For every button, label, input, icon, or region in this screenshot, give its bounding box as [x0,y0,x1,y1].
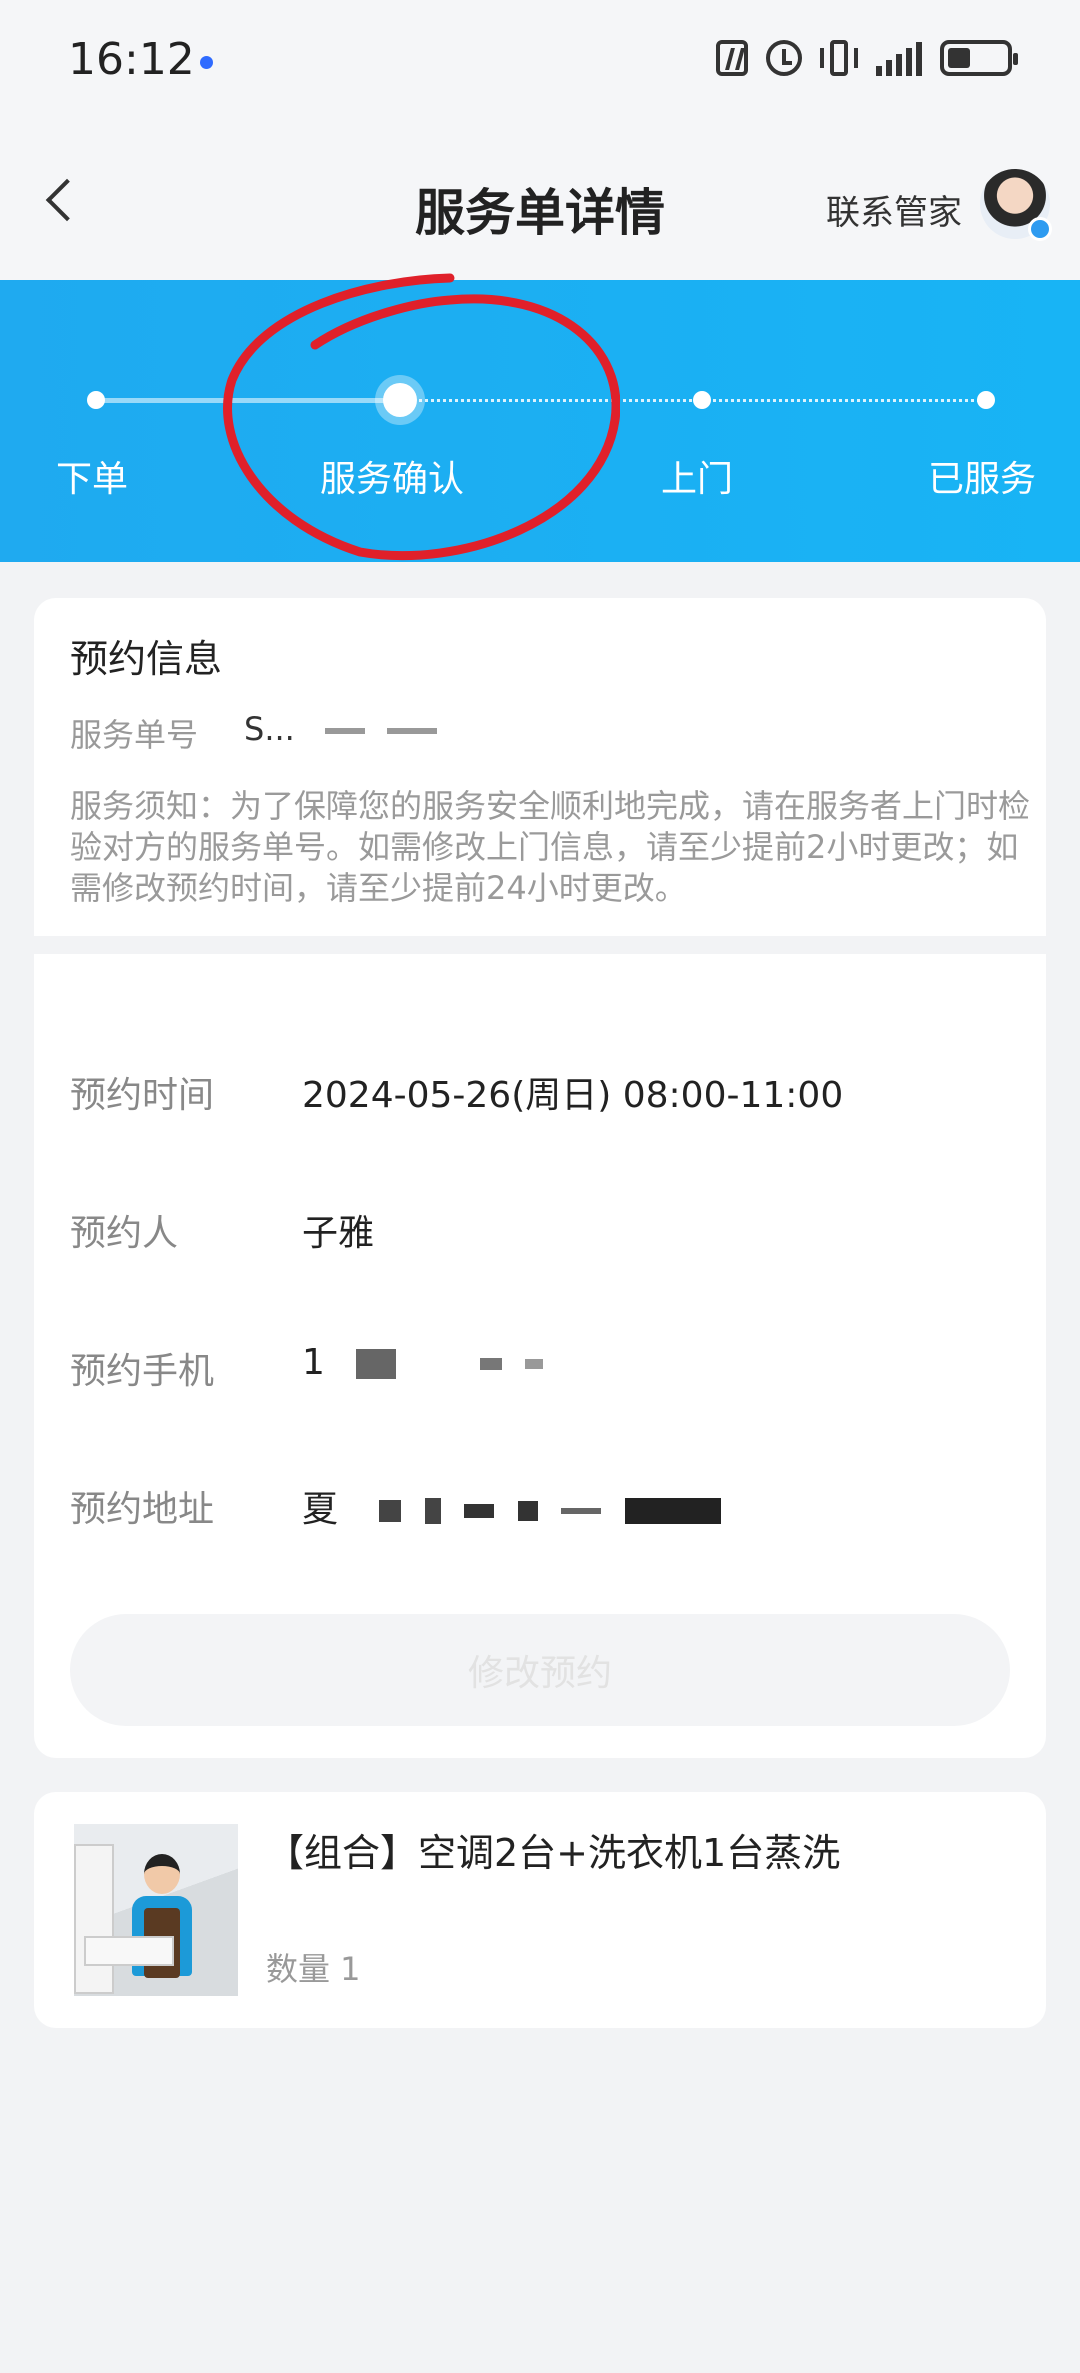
avatar-badge-icon [1028,217,1052,241]
progress-line-completed [96,398,400,403]
thumbnail-wall-unit [84,1936,174,1966]
step-label-served: 已服务 [927,459,1037,500]
appointment-info-title: 预约信息 [70,637,223,681]
order-number-value: S... [244,710,449,748]
step-label-confirm: 服务确认 [319,459,465,500]
header: 服务单详情 联系管家 [0,125,1080,280]
battery-icon [940,40,1018,76]
appointment-time-value: 2024-05-26(周日) 08:00-11:00 [302,1075,844,1116]
card-divider [34,936,1046,954]
status-bar: 16:12 [0,0,1080,125]
contact-butler-button[interactable]: 联系管家 [826,185,962,234]
step-label-visit: 上门 [660,459,734,500]
product-thumbnail [74,1824,238,1996]
signal-icon [876,40,922,76]
step-label-order: 下单 [55,459,129,500]
product-quantity: 数量 1 [266,1950,361,1988]
alarm-icon [766,40,802,76]
progress-banner: 下单 服务确认 上门 已服务 [0,280,1080,562]
order-number-label: 服务单号 [70,716,199,754]
thumbnail-ac-unit [74,1844,114,1994]
step-dot-order [87,391,105,409]
product-card[interactable]: 【组合】空调2台+洗衣机1台蒸洗 数量 1 [34,1792,1046,2028]
appointment-person-label: 预约人 [70,1213,179,1254]
appointment-address-label: 预约地址 [70,1489,215,1530]
product-title: 【组合】空调2台+洗衣机1台蒸洗 [266,1831,841,1875]
appointment-time-label: 预约时间 [70,1075,215,1116]
thumbnail-technician [126,1854,196,1994]
appointment-phone-label: 预约手机 [70,1351,215,1392]
appointment-info-card: 预约信息 服务单号 S... 服务须知：为了保障您的服务安全顺利地完成，请在服务… [34,598,1046,1758]
status-icons [716,40,1018,76]
step-dot-confirm [383,383,417,417]
step-dot-visit [693,391,711,409]
appointment-address-value: 夏 [302,1480,733,1532]
modify-appointment-button[interactable]: 修改预约 [70,1614,1010,1726]
service-notice: 服务须知：为了保障您的服务安全顺利地完成，请在服务者上门时检验对方的服务单号。如… [70,787,1031,907]
appointment-phone-value: 1 [302,1342,555,1383]
nfc-icon [716,40,748,76]
step-dot-served [977,391,995,409]
appointment-person-value: 子雅 [302,1213,375,1254]
vibrate-icon [820,40,858,76]
notification-dot-icon [200,56,213,69]
status-time: 16:12 [68,34,195,85]
